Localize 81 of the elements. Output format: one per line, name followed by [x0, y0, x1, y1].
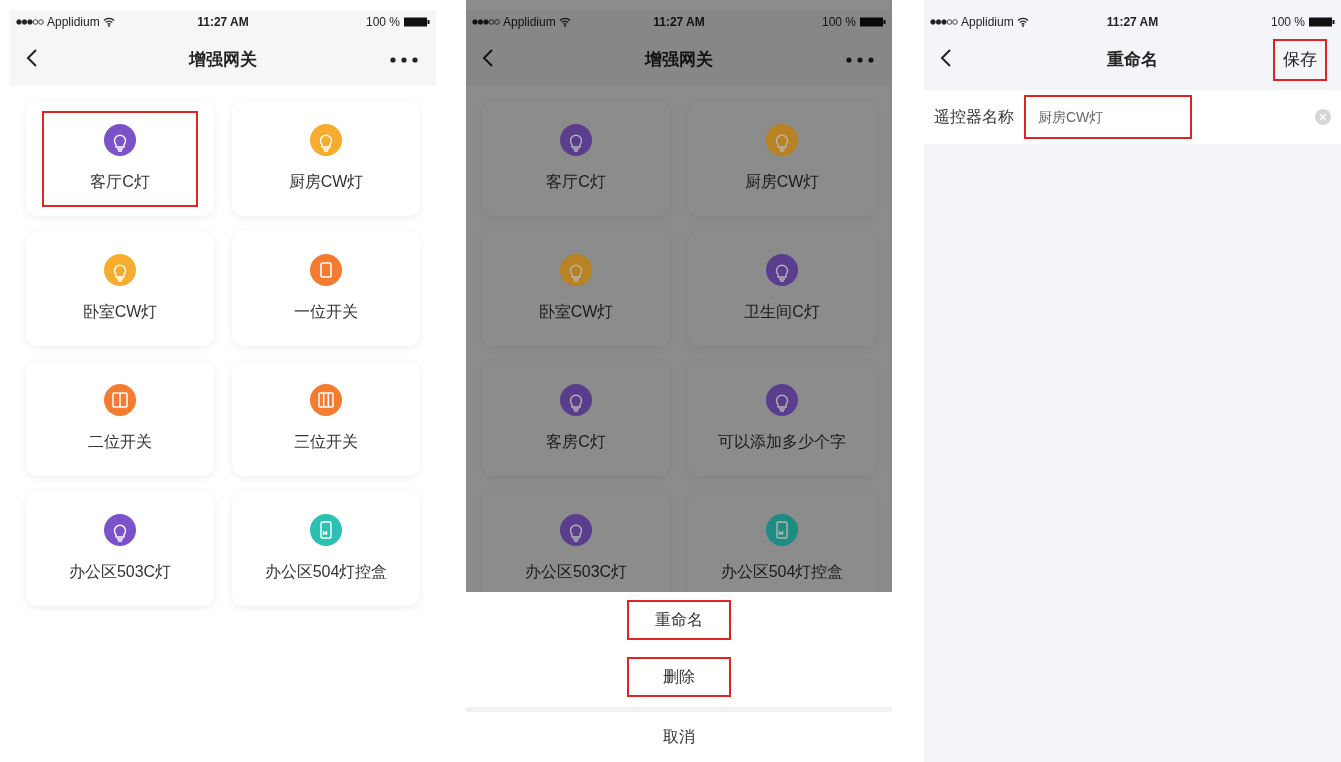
device-card[interactable]: 办公区504灯控盒 — [232, 491, 420, 606]
screen-title: 重命名 — [1106, 49, 1159, 72]
save-button[interactable]: 保存 — [1273, 39, 1327, 81]
device-card[interactable]: 厨房CW灯 — [232, 101, 420, 216]
device-name: 办公区503C灯 — [524, 561, 628, 582]
wifi-icon — [102, 17, 115, 27]
cancel-button[interactable]: 取消 — [466, 712, 892, 762]
bulb-icon — [766, 253, 798, 286]
device-card[interactable]: 办公区503C灯 — [482, 491, 670, 592]
bulb-icon — [310, 123, 342, 156]
switch-panel-icon — [104, 383, 136, 416]
device-name: 客厅C灯 — [90, 171, 150, 192]
battery-percent: 100 % — [821, 14, 856, 31]
more-dots-icon — [846, 57, 874, 63]
device-name: 二位开关 — [88, 431, 152, 452]
action-sheet-item[interactable]: 删除 — [627, 657, 731, 697]
device-card[interactable]: 办公区503C灯 — [26, 491, 214, 606]
device-name: 卫生间C灯 — [744, 301, 820, 322]
device-name: 卧室CW灯 — [82, 301, 158, 322]
device-name: 三位开关 — [294, 431, 358, 452]
bulb-icon — [766, 123, 798, 156]
device-name: 厨房CW灯 — [744, 171, 820, 192]
status-time: 11:27 AM — [196, 14, 250, 31]
device-card[interactable]: 二位开关 — [26, 361, 214, 476]
device-card[interactable]: 客厅C灯 — [26, 101, 214, 216]
device-card[interactable]: 可以添加多少个字 — [688, 361, 876, 476]
signal-dots-icon — [16, 19, 44, 25]
device-card[interactable]: 客厅C灯 — [482, 101, 670, 216]
back-chevron-icon — [482, 47, 494, 68]
signal-dots-icon — [472, 19, 500, 25]
wifi-icon — [558, 17, 571, 27]
switch-panel-icon — [310, 383, 342, 416]
bulb-icon — [766, 383, 798, 416]
bulb-icon — [560, 253, 592, 286]
name-input[interactable]: 厨房CW灯 — [1038, 106, 1178, 128]
action-sheet-item[interactable]: 重命名 — [627, 600, 731, 640]
device-name: 卧室CW灯 — [538, 301, 614, 322]
device-card[interactable]: 办公区504灯控盒 — [688, 491, 876, 592]
bulb-icon — [104, 123, 136, 156]
device-name: 客房C灯 — [546, 431, 606, 452]
device-name: 办公区503C灯 — [68, 561, 172, 582]
device-card[interactable]: 一位开关 — [232, 231, 420, 346]
bulb-icon — [104, 253, 136, 286]
bulb-icon — [560, 513, 592, 546]
carrier-name: Applidium — [961, 14, 1014, 31]
carrier-name: Applidium — [47, 14, 100, 31]
back-chevron-icon — [26, 47, 38, 68]
device-name: 厨房CW灯 — [288, 171, 364, 192]
status-time: 11:27 AM — [652, 14, 706, 31]
battery-icon — [1309, 17, 1335, 27]
device-card[interactable]: 客房C灯 — [482, 361, 670, 476]
bulb-icon — [104, 513, 136, 546]
battery-icon — [404, 17, 430, 27]
device-name: 办公区504灯控盒 — [720, 561, 844, 582]
device-name: 可以添加多少个字 — [718, 431, 846, 452]
control-box-icon — [766, 513, 798, 546]
wifi-icon — [1016, 17, 1029, 27]
bulb-icon — [560, 123, 592, 156]
input-field[interactable]: 厨房CW灯 — [1024, 95, 1192, 139]
device-name: 客厅C灯 — [546, 171, 606, 192]
status-time: 11:27 AM — [1105, 14, 1160, 31]
control-box-icon — [310, 513, 342, 546]
field-label: 遥控器名称 — [934, 107, 1014, 127]
screen-title: 增强网关 — [643, 49, 714, 72]
battery-percent: 100 % — [1270, 14, 1305, 31]
device-name: 一位开关 — [294, 301, 358, 322]
device-name: 办公区504灯控盒 — [264, 561, 388, 582]
device-card[interactable]: 卧室CW灯 — [26, 231, 214, 346]
device-card[interactable]: 卫生间C灯 — [688, 231, 876, 346]
back-chevron-icon — [940, 47, 952, 68]
device-card[interactable]: 三位开关 — [232, 361, 420, 476]
battery-percent: 100 % — [365, 14, 400, 31]
device-card[interactable]: 厨房CW灯 — [688, 101, 876, 216]
signal-dots-icon — [930, 19, 958, 25]
device-card[interactable]: 卧室CW灯 — [482, 231, 670, 346]
carrier-name: Applidium — [503, 14, 556, 31]
bulb-icon — [560, 383, 592, 416]
screen-title: 增强网关 — [187, 49, 258, 72]
battery-icon — [860, 17, 886, 27]
more-dots-icon — [390, 57, 418, 63]
switch-panel-icon — [310, 253, 342, 286]
